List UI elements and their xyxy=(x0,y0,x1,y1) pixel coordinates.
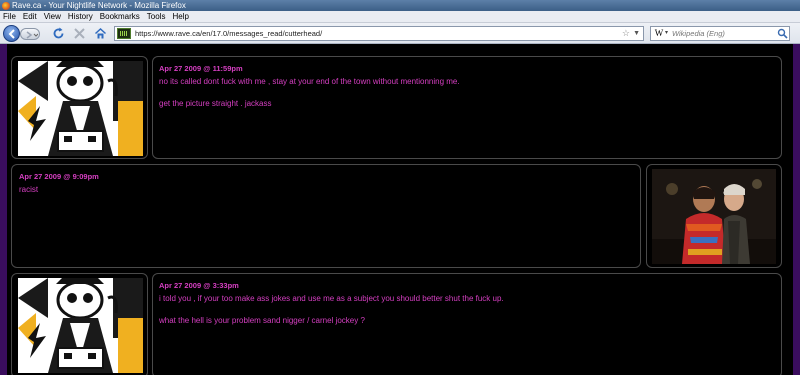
message-text: i told you , if your too make ass jokes … xyxy=(159,294,504,303)
message-text: what the hell is your problem sand nigge… xyxy=(159,316,365,325)
avatar-panel xyxy=(646,164,782,268)
skull-pirate-avatar-icon xyxy=(18,61,143,156)
back-button[interactable] xyxy=(3,25,20,42)
wikipedia-icon[interactable]: W xyxy=(653,28,665,39)
forward-button[interactable] xyxy=(20,28,40,40)
menu-tools[interactable]: Tools xyxy=(147,11,166,22)
window-title-bar: Rave.ca - Your Nightlife Network - Mozil… xyxy=(0,0,800,11)
search-bar[interactable]: W ▾ xyxy=(650,26,790,41)
menu-bookmarks[interactable]: Bookmarks xyxy=(100,11,140,22)
reload-icon[interactable] xyxy=(52,27,65,40)
right-border xyxy=(793,44,800,375)
chevron-down-icon[interactable]: ▼ xyxy=(633,27,640,40)
user-photo[interactable] xyxy=(652,169,776,264)
message-date: Apr 27 2009 @ 11:59pm xyxy=(159,64,243,73)
message-date: Apr 27 2009 @ 3:33pm xyxy=(159,281,239,290)
url-text[interactable]: https://www.rave.ca/en/17.0/messages_rea… xyxy=(135,27,322,40)
menu-file[interactable]: File xyxy=(3,11,16,22)
left-border xyxy=(0,44,7,375)
menu-bar: File Edit View History Bookmarks Tools H… xyxy=(0,11,800,23)
arrow-left-icon xyxy=(8,29,15,39)
message-panel-3: Apr 27 2009 @ 3:33pm i told you , if you… xyxy=(152,273,782,375)
star-icon[interactable]: ☆ xyxy=(622,27,630,40)
message-panel-2: Apr 27 2009 @ 9:09pm racist xyxy=(11,164,641,268)
avatar-panel xyxy=(11,56,148,159)
site-favicon xyxy=(117,28,131,39)
search-icon[interactable] xyxy=(777,28,788,39)
message-date: Apr 27 2009 @ 9:09pm xyxy=(19,172,99,181)
address-bar[interactable]: https://www.rave.ca/en/17.0/messages_rea… xyxy=(114,26,644,41)
menu-view[interactable]: View xyxy=(44,11,61,22)
firefox-icon xyxy=(2,2,10,10)
user-avatar[interactable] xyxy=(18,61,143,156)
skull-pirate-avatar-icon xyxy=(18,278,143,373)
stop-icon[interactable] xyxy=(73,27,86,40)
people-photo-icon xyxy=(652,169,776,264)
search-input[interactable] xyxy=(672,28,777,39)
arrow-right-icon xyxy=(26,31,38,39)
message-text: get the picture straight . jackass xyxy=(159,99,272,108)
navigation-toolbar: https://www.rave.ca/en/17.0/messages_rea… xyxy=(0,23,800,44)
menu-help[interactable]: Help xyxy=(172,11,188,22)
home-icon[interactable] xyxy=(94,27,107,40)
page-content: Apr 27 2009 @ 11:59pm no its called dont… xyxy=(0,44,800,375)
message-text: racist xyxy=(19,185,39,194)
message-panel-1: Apr 27 2009 @ 11:59pm no its called dont… xyxy=(152,56,782,159)
engine-dropdown-icon[interactable]: ▾ xyxy=(665,27,668,40)
menu-edit[interactable]: Edit xyxy=(23,11,37,22)
user-avatar[interactable] xyxy=(18,278,143,373)
menu-history[interactable]: History xyxy=(68,11,93,22)
avatar-panel xyxy=(11,273,148,375)
message-text: no its called dont fuck with me , stay a… xyxy=(159,77,460,86)
window-title: Rave.ca - Your Nightlife Network - Mozil… xyxy=(12,1,186,10)
